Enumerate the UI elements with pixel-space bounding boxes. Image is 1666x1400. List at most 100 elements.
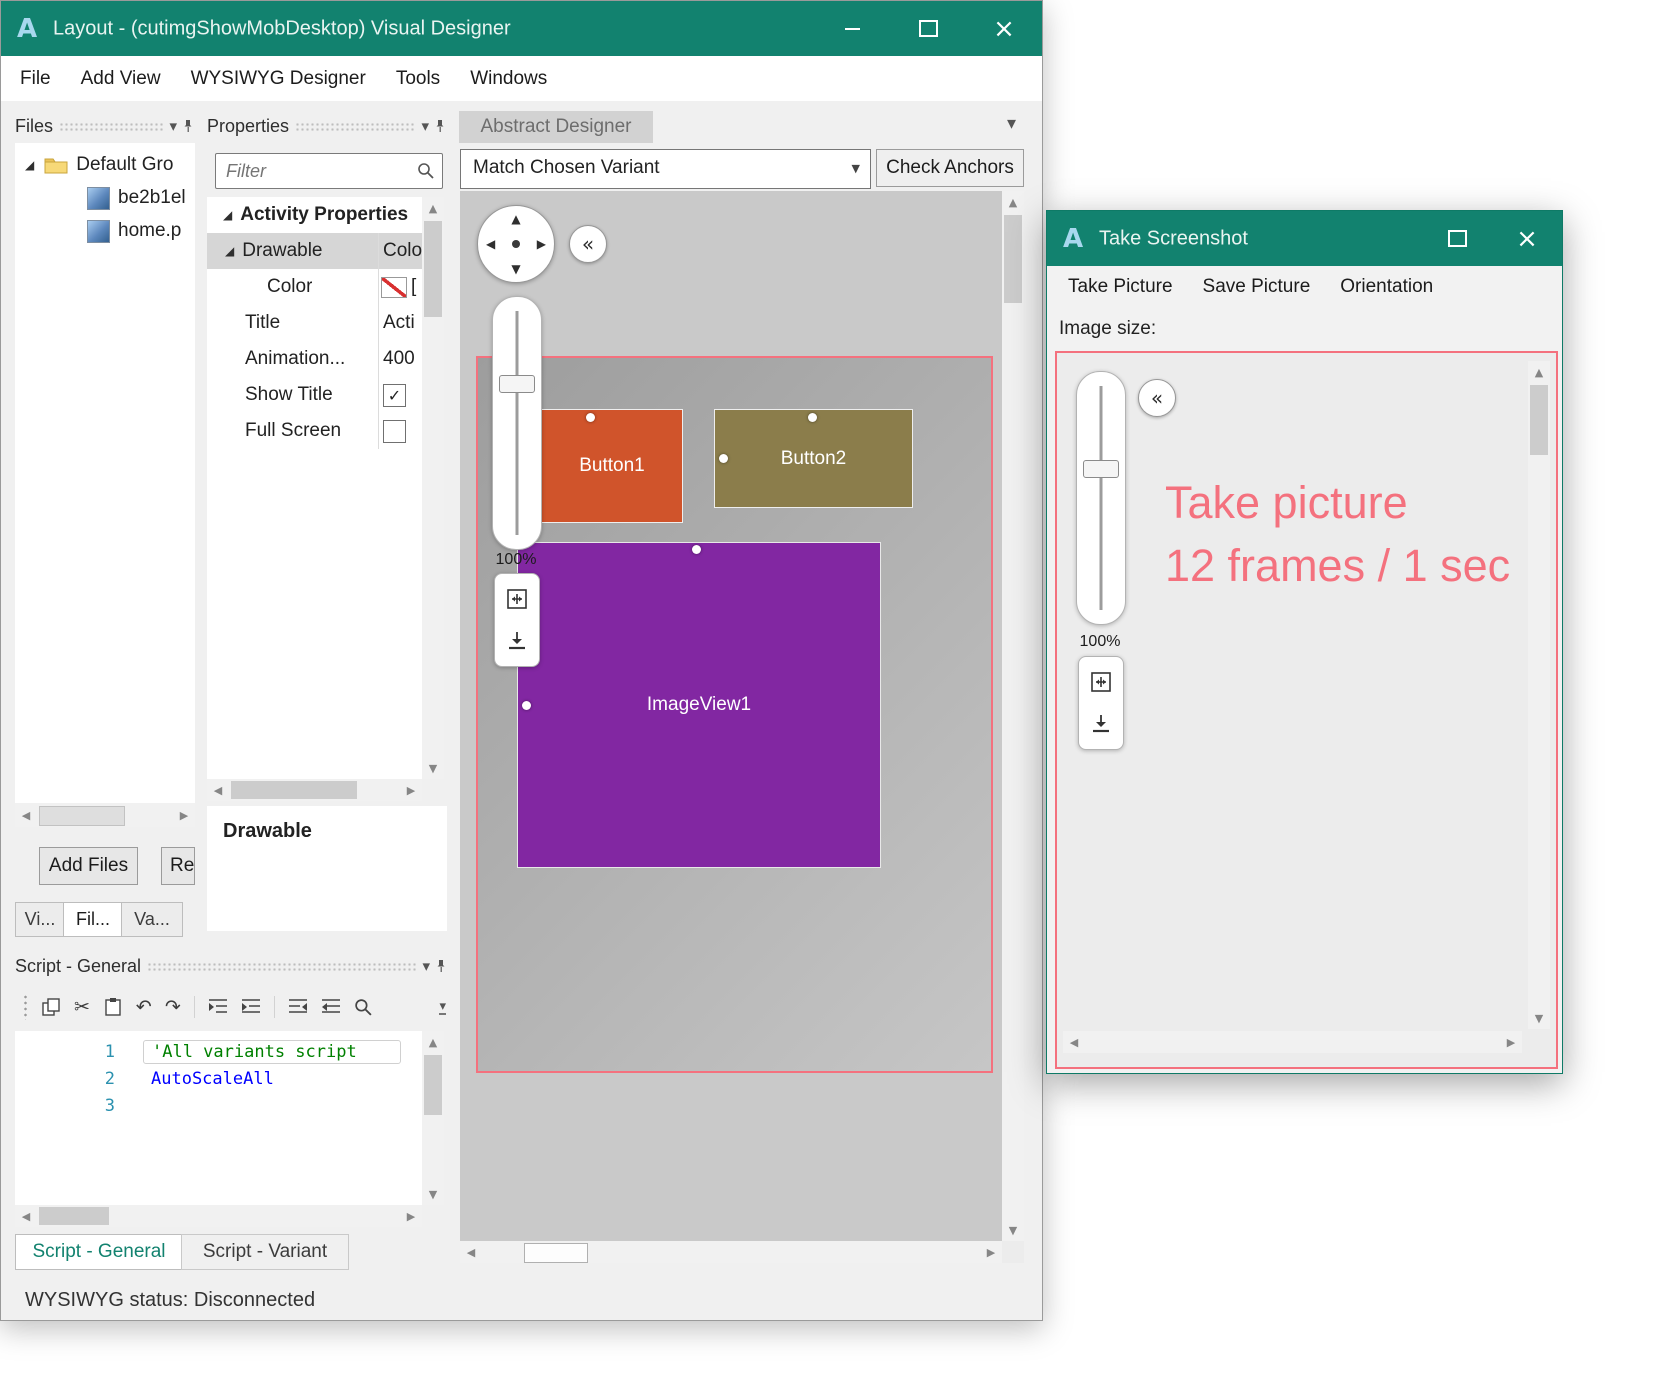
scroll-left-icon[interactable]: ◀ (1063, 1031, 1085, 1053)
property-row-show-title[interactable]: Show Title ✓ (207, 377, 422, 413)
indent-icon[interactable] (208, 998, 228, 1016)
dpad-left-icon[interactable]: ◀ (486, 238, 495, 250)
properties-vscrollbar[interactable]: ▲ ▼ (422, 197, 444, 779)
minimize-button[interactable] (814, 1, 890, 56)
filter-input[interactable] (224, 156, 408, 186)
preview-hscrollbar[interactable]: ◀ ▶ (1063, 1031, 1522, 1053)
menu-tools[interactable]: Tools (381, 56, 455, 101)
add-files-button[interactable]: Add Files (39, 847, 138, 885)
anchor-dot[interactable] (692, 545, 701, 554)
designer-canvas[interactable]: Button1 Button2 ImageView1 ▲ ▼ ◀ ▶ « 100… (460, 191, 1002, 1241)
property-value[interactable]: [ (411, 276, 422, 298)
scroll-up-icon[interactable]: ▲ (1528, 361, 1550, 383)
tab-views[interactable]: Vi... (15, 902, 65, 937)
scroll-down-icon[interactable]: ▼ (422, 1183, 444, 1205)
check-anchors-button[interactable]: Check Anchors (876, 149, 1024, 187)
scroll-thumb[interactable] (1530, 385, 1548, 455)
scroll-up-icon[interactable]: ▲ (1002, 191, 1024, 213)
panel-menu-icon[interactable]: ▾ (422, 959, 430, 974)
scroll-thumb[interactable] (1004, 215, 1022, 303)
panel-menu-icon[interactable]: ▾ (169, 119, 177, 134)
properties-hscrollbar[interactable]: ◀ ▶ (207, 779, 422, 801)
property-row-color[interactable]: Color [ (207, 269, 422, 305)
paste-icon[interactable] (103, 997, 123, 1017)
anchor-dot[interactable] (522, 701, 531, 710)
maximize-button[interactable] (890, 1, 966, 56)
tree-item-image-1[interactable]: be2b1el (15, 182, 195, 214)
close-button[interactable]: × (1492, 211, 1562, 266)
scroll-thumb[interactable] (424, 1055, 442, 1115)
fit-to-screen-button[interactable] (500, 582, 534, 616)
slider-thumb[interactable] (499, 375, 535, 393)
menu-orientation[interactable]: Orientation (1325, 266, 1448, 308)
collapse-panel-button[interactable]: « (1138, 379, 1176, 417)
anchor-dot[interactable] (586, 413, 595, 422)
scroll-thumb[interactable] (39, 1207, 109, 1225)
anchor-dot[interactable] (719, 454, 728, 463)
property-row-title[interactable]: Title Acti (207, 305, 422, 341)
designer-hscrollbar[interactable]: ◀ ▶ (460, 1241, 1002, 1263)
scroll-thumb[interactable] (524, 1243, 588, 1263)
property-row-drawable[interactable]: ◢ Drawable Colo (207, 233, 422, 269)
property-row-full-screen[interactable]: Full Screen (207, 413, 422, 449)
zoom-slider[interactable] (1076, 371, 1126, 625)
scroll-right-icon[interactable]: ▶ (400, 1205, 422, 1227)
maximize-button[interactable] (1422, 211, 1492, 266)
slider-thumb[interactable] (1083, 460, 1119, 478)
redo-icon[interactable]: ↷ (165, 998, 181, 1017)
view-button1[interactable]: Button1 (541, 409, 683, 523)
scroll-thumb[interactable] (39, 806, 125, 826)
copy-icon[interactable] (41, 997, 61, 1017)
scroll-right-icon[interactable]: ▶ (400, 779, 422, 801)
tab-files[interactable]: Fil... (63, 902, 123, 937)
pin-icon[interactable] (433, 119, 447, 133)
download-button[interactable] (500, 624, 534, 658)
menu-wysiwyg-designer[interactable]: WYSIWYG Designer (176, 56, 381, 101)
property-value[interactable]: 400 (383, 348, 422, 370)
cut-icon[interactable]: ✂ (74, 998, 90, 1017)
property-row-animation[interactable]: Animation... 400 (207, 341, 422, 377)
menu-add-view[interactable]: Add View (66, 56, 176, 101)
zoom-slider[interactable] (492, 296, 542, 550)
tab-script-general[interactable]: Script - General (15, 1234, 183, 1270)
expander-icon[interactable]: ◢ (225, 245, 234, 257)
scroll-down-icon[interactable]: ▼ (1002, 1219, 1024, 1241)
pin-icon[interactable] (434, 959, 448, 973)
tree-item-default-group[interactable]: ◢ Default Gro (15, 149, 195, 181)
pin-icon[interactable] (181, 119, 195, 133)
property-group-row[interactable]: ◢ Activity Properties (207, 197, 422, 233)
search-icon[interactable] (417, 162, 435, 180)
fit-to-screen-button[interactable] (1084, 665, 1118, 699)
dpad-up-icon[interactable]: ▲ (511, 213, 520, 225)
tab-script-variant[interactable]: Script - Variant (181, 1234, 349, 1270)
variant-selector[interactable]: Match Chosen Variant ▼ (460, 149, 871, 189)
scroll-down-icon[interactable]: ▼ (1528, 1007, 1550, 1029)
designer-tab-list-icon[interactable]: ▾ (1007, 113, 1016, 134)
expander-icon[interactable]: ◢ (25, 159, 34, 171)
full-screen-checkbox[interactable] (383, 420, 406, 443)
outdent-icon[interactable] (288, 998, 308, 1016)
panel-menu-icon[interactable]: ▾ (421, 119, 429, 134)
dpad-right-icon[interactable]: ▶ (537, 238, 546, 250)
remove-files-button[interactable]: Re (161, 847, 195, 885)
files-hscrollbar[interactable]: ◀ ▶ (15, 803, 195, 827)
property-value[interactable]: Colo (383, 240, 422, 262)
search-icon[interactable] (354, 998, 373, 1017)
scroll-right-icon[interactable]: ▶ (173, 803, 195, 827)
format-icon[interactable] (321, 998, 341, 1016)
indent-more-icon[interactable] (241, 998, 261, 1016)
color-swatch[interactable] (381, 277, 407, 298)
collapse-panel-button[interactable]: « (569, 225, 607, 263)
view-button2[interactable]: Button2 (714, 409, 913, 508)
scroll-left-icon[interactable]: ◀ (15, 803, 37, 827)
scroll-left-icon[interactable]: ◀ (15, 1205, 37, 1227)
dpad-center-dot[interactable] (512, 240, 520, 248)
toolbar-overflow-icon[interactable]: ▾ (439, 1000, 446, 1015)
script-hscrollbar[interactable]: ◀ ▶ (15, 1205, 422, 1227)
scroll-left-icon[interactable]: ◀ (207, 779, 229, 801)
menu-save-picture[interactable]: Save Picture (1188, 266, 1326, 308)
script-vscrollbar[interactable]: ▲ ▼ (422, 1031, 444, 1205)
dpad-control[interactable]: ▲ ▼ ◀ ▶ (477, 205, 555, 283)
undo-icon[interactable]: ↶ (136, 998, 152, 1017)
scroll-thumb[interactable] (424, 221, 442, 317)
